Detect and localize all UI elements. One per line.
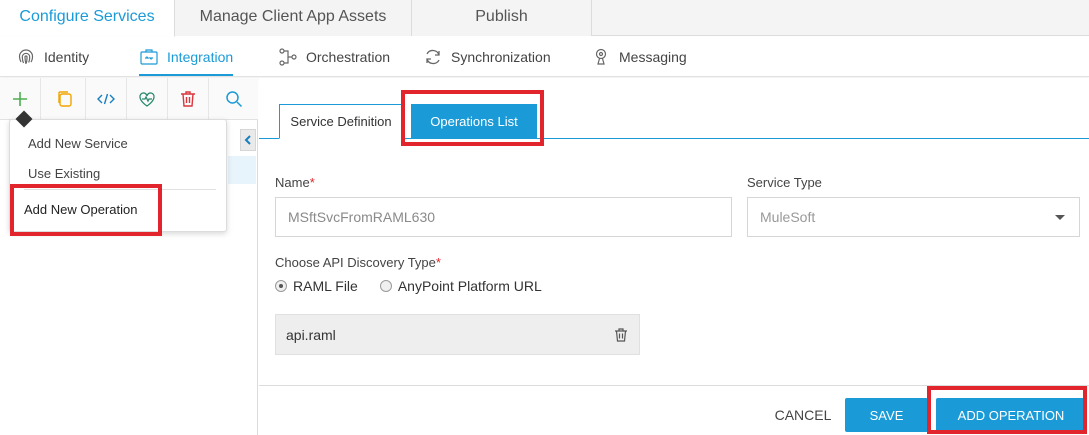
save-button[interactable]: SAVE [845, 398, 928, 432]
copy-icon [58, 91, 72, 107]
nav-identity[interactable]: Identity [16, 37, 89, 77]
menu-use-existing[interactable]: Use Existing [10, 166, 226, 181]
menu-add-new-service[interactable]: Add New Service [10, 136, 226, 151]
heart-rate-icon [139, 92, 155, 107]
nav-messaging[interactable]: Messaging [591, 37, 687, 77]
required-mark: * [309, 175, 315, 190]
name-label-text: Name [275, 175, 310, 190]
code-button[interactable] [86, 78, 127, 120]
tab-operations-list[interactable]: Operations List [411, 104, 537, 139]
discovery-type-label: Choose API Discovery Type* [275, 255, 441, 270]
nav-orchestration[interactable]: Orchestration [278, 37, 390, 77]
plus-icon [13, 92, 27, 106]
copy-button[interactable] [45, 78, 86, 120]
nav-integration-label: Integration [167, 49, 234, 65]
discovery-type-radio-group: RAML File AnyPoint Platform URL [275, 278, 542, 294]
service-toolbar [0, 78, 258, 120]
name-field[interactable]: MSftSvcFromRAML630 [275, 197, 732, 237]
chevron-left-icon [244, 135, 251, 145]
radio-raml-file-label[interactable]: RAML File [293, 278, 358, 294]
trash-icon[interactable] [613, 327, 629, 343]
nav-integration[interactable]: Integration [139, 37, 234, 77]
search-icon [225, 91, 242, 108]
radio-anypoint-url[interactable] [379, 280, 392, 292]
required-mark: * [435, 255, 441, 270]
chevron-down-icon [1055, 215, 1065, 220]
file-name: api.raml [286, 326, 336, 343]
nav-messaging-label: Messaging [619, 49, 687, 65]
service-definition-panel: Service Definition Operations List Name*… [259, 78, 1089, 435]
messaging-icon [595, 48, 607, 65]
trash-icon [181, 91, 195, 107]
orchestration-icon [279, 48, 297, 66]
menu-divider [24, 189, 216, 190]
add-menu-popover: Add New Service Use Existing Add New Ope… [9, 119, 227, 232]
nav-identity-label: Identity [44, 49, 90, 65]
sync-icon [426, 49, 440, 65]
tab-configure-services[interactable]: Configure Services [0, 0, 175, 37]
radio-anypoint-url-label[interactable]: AnyPoint Platform URL [398, 278, 542, 294]
integration-icon [140, 49, 158, 65]
service-type-nav: Identity Integration Orchestration Synch… [0, 37, 1089, 77]
code-icon [97, 93, 115, 105]
add-operation-button[interactable]: ADD OPERATION [936, 398, 1086, 432]
top-tab-bar: Configure Services Manage Client App Ass… [0, 0, 1089, 37]
footer-divider [259, 385, 1089, 386]
service-type-select[interactable]: MuleSoft [747, 197, 1080, 237]
name-label: Name* [275, 175, 315, 190]
tab-manage-client-app-assets[interactable]: Manage Client App Assets [175, 0, 412, 36]
selected-list-item[interactable] [228, 156, 256, 184]
service-type-label: Service Type [747, 175, 822, 190]
tab-service-definition[interactable]: Service Definition [279, 104, 403, 139]
collapse-panel-button[interactable] [240, 129, 256, 151]
menu-add-new-operation[interactable]: Add New Operation [10, 202, 226, 217]
delete-button[interactable] [168, 78, 209, 120]
service-type-value: MuleSoft [760, 209, 816, 225]
tab-publish[interactable]: Publish [412, 0, 592, 36]
discovery-type-label-text: Choose API Discovery Type [275, 255, 436, 270]
fingerprint-icon [18, 49, 34, 65]
search-button[interactable] [213, 78, 254, 120]
test-button[interactable] [127, 78, 168, 120]
nav-synchronization-label: Synchronization [451, 49, 551, 65]
cancel-button[interactable]: CANCEL [768, 398, 838, 432]
nav-synchronization[interactable]: Synchronization [423, 37, 551, 77]
radio-raml-file[interactable] [275, 280, 287, 292]
nav-orchestration-label: Orchestration [306, 49, 391, 65]
uploaded-file-box: api.raml [275, 314, 640, 355]
name-field-value: MSftSvcFromRAML630 [288, 209, 436, 225]
